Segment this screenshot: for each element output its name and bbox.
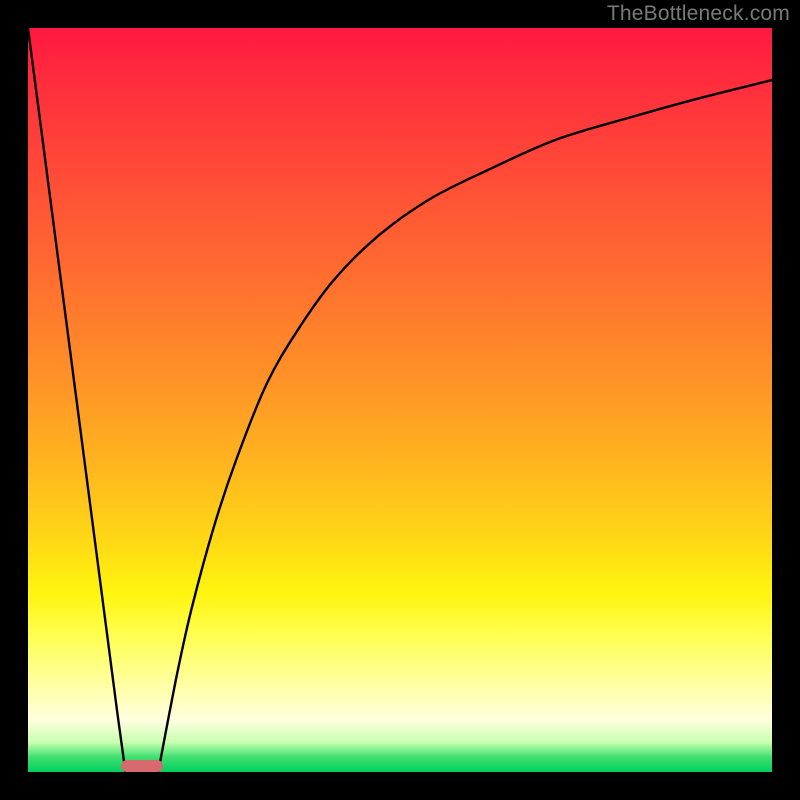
plot-area: [28, 28, 772, 772]
bottleneck-curve: [28, 28, 772, 772]
chart-frame: TheBottleneck.com: [0, 0, 800, 800]
optimal-marker: [121, 760, 163, 772]
watermark-text: TheBottleneck.com: [607, 2, 790, 26]
